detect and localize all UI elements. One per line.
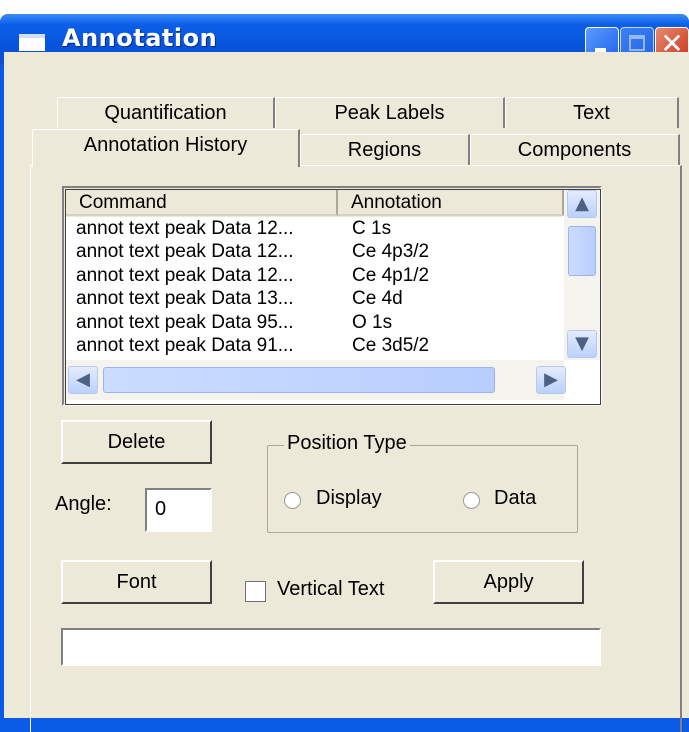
list-row[interactable]: annot text peak Data 13... Ce 4d [66,287,562,310]
tab-peak-labels[interactable]: Peak Labels [275,97,505,128]
scroll-right-button[interactable]: ▶ [536,366,566,394]
radio-display-label[interactable]: Display [316,487,382,510]
scroll-left-button[interactable]: ◀ [68,366,98,394]
list-row[interactable]: annot text peak Data 95... O 1s [66,311,562,334]
list-header: Command Annotation [66,190,564,217]
annotation-history-list[interactable]: Command Annotation annot text peak Data … [62,186,602,406]
vertical-text-label[interactable]: Vertical Text [277,578,384,601]
delete-button[interactable]: Delete [61,420,212,464]
row-command: annot text peak Data 91... [76,334,294,356]
vertical-text-checkbox[interactable] [245,581,266,602]
row-annotation: C 1s [352,218,392,239]
tab-text[interactable]: Text [505,97,679,128]
status-field[interactable] [61,628,601,666]
column-header-annotation[interactable]: Annotation [338,190,564,216]
scroll-down-button[interactable]: ▼ [567,330,597,358]
tab-annotation-history[interactable]: Annotation History [32,129,300,167]
maximize-icon [629,35,645,51]
list-row[interactable]: annot text peak Data 12... C 1s [66,217,562,240]
font-button[interactable]: Font [61,560,212,604]
tab-components[interactable]: Components [470,134,680,165]
vertical-scroll-thumb[interactable] [568,226,596,276]
row-annotation: Ce 3d5/2 [352,334,430,356]
row-command: annot text peak Data 95... [76,311,294,333]
scroll-up-button[interactable]: ▲ [567,190,597,218]
window-title: Annotation [62,24,218,52]
list-rows: annot text peak Data 12... C 1s annot tex… [66,217,562,360]
list-view: Command Annotation annot text peak Data … [65,189,601,405]
position-type-title: Position Type [284,432,410,455]
angle-input[interactable]: 0 [145,488,212,532]
tab-regions[interactable]: Regions [300,134,470,165]
apply-button[interactable]: Apply [433,560,584,604]
radio-display[interactable] [284,492,301,509]
horizontal-scrollbar[interactable]: ◀ ▶ [66,360,566,400]
angle-label: Angle: [55,493,112,515]
window-icon [19,34,45,51]
tab-quantification[interactable]: Quantification [57,97,275,128]
row-annotation: Ce 4p3/2 [352,241,430,263]
list-row[interactable]: annot text peak Data 12... Ce 4p3/2 [66,240,562,263]
row-command: annot text peak Data 12... [76,241,294,263]
vertical-scrollbar[interactable]: ▲ ▼ [564,190,600,360]
row-annotation: Ce 4p1/2 [352,264,430,286]
position-type-group: Position Type Display Data [267,432,578,533]
list-row[interactable]: annot text peak Data 91... Ce 3d5/2 [66,334,562,357]
row-annotation: O 1s [352,311,393,333]
row-command: annot text peak Data 12... [76,264,294,286]
row-command: annot text peak Data 12... [76,218,294,239]
horizontal-scroll-thumb[interactable] [103,367,495,393]
row-command: annot text peak Data 13... [76,288,294,310]
column-header-command[interactable]: Command [66,190,338,216]
radio-data[interactable] [463,492,480,509]
row-annotation: Ce 4d [352,288,403,310]
list-row[interactable]: annot text peak Data 12... Ce 4p1/2 [66,264,562,287]
radio-data-label[interactable]: Data [494,487,536,510]
